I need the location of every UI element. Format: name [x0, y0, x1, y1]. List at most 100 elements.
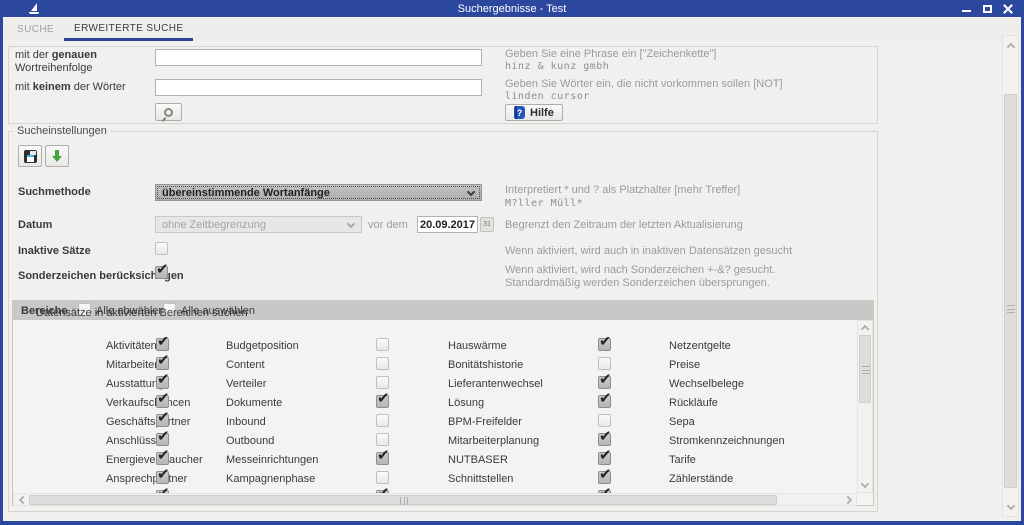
- bereich-checkbox-nutbaser[interactable]: ✔: [598, 452, 611, 465]
- bereich-checkbox-aktivitäten[interactable]: ✔: [156, 338, 169, 351]
- window-vertical-scrollbar[interactable]: [1002, 35, 1019, 517]
- bereiche-row: Geschäftspartner✔Inbound✔BPM-Freifelder✔…: [13, 413, 857, 432]
- bereich-label: BPM-Freifelder: [448, 416, 522, 429]
- check-icon: ✔: [157, 465, 170, 483]
- bereich-checkbox-dokumente[interactable]: ✔: [376, 395, 389, 408]
- check-icon: ✔: [157, 389, 170, 407]
- close-icon: [1003, 4, 1013, 14]
- bereich-checkbox-energieverbraucher[interactable]: ✔: [156, 452, 169, 465]
- bereich-checkbox-ansprechpartner[interactable]: ✔: [156, 471, 169, 484]
- exact-word-order-label: mit der genauen Wortreihenfolge: [15, 49, 97, 75]
- search-method-example: M?ller Müll*: [505, 198, 583, 209]
- special-chars-hint-2: Standardmäßig werden Sonderzeichen übers…: [505, 277, 770, 289]
- settings-group-title: Sucheinstellungen: [13, 125, 111, 137]
- titlebar: Suchergebnisse - Test: [0, 0, 1024, 17]
- bereich-label: Stromkennzeichnungen: [669, 435, 785, 448]
- minimize-button[interactable]: [960, 3, 972, 15]
- bereich-label: Dokumente: [226, 397, 282, 410]
- bereich-checkbox-mitarbeiterplanung[interactable]: ✔: [598, 433, 611, 446]
- bereiche-row: Anschlüsse✔Outbound✔Mitarbeiterplanung✔S…: [13, 432, 857, 451]
- save-settings-button[interactable]: [18, 145, 42, 167]
- check-icon: ✔: [157, 446, 170, 464]
- bereich-label: Rückläufe: [669, 397, 718, 410]
- check-icon: ✔: [599, 465, 612, 483]
- search-method-dropdown[interactable]: übereinstimmende Wortanfänge: [155, 184, 482, 201]
- bereiche-vertical-scrollbar[interactable]: [857, 320, 873, 493]
- bereich-checkbox-geschäftspartner[interactable]: ✔: [156, 414, 169, 427]
- bereich-checkbox-budgetposition[interactable]: ✔: [376, 338, 389, 351]
- check-icon: ✔: [157, 370, 170, 388]
- date-range-dropdown[interactable]: ohne Zeitbegrenzung: [155, 216, 362, 233]
- check-icon: ✔: [599, 484, 612, 493]
- bereich-checkbox-mitarbeiter[interactable]: ✔: [156, 357, 169, 370]
- bereich-checkbox-bonitätshistorie[interactable]: ✔: [598, 357, 611, 370]
- check-icon: ✔: [599, 446, 612, 464]
- bereich-label: Schnittstellen: [448, 473, 513, 486]
- bereich-checkbox-content[interactable]: ✔: [376, 357, 389, 370]
- bereiche-subtitle: Datensätze in aktivierten Bereichen such…: [36, 307, 248, 319]
- bereich-checkbox-inbound[interactable]: ✔: [376, 414, 389, 427]
- bereich-checkbox-hauswärme[interactable]: ✔: [598, 338, 611, 351]
- exact-word-order-input[interactable]: [155, 49, 482, 66]
- search-button[interactable]: [155, 103, 182, 121]
- bereich-checkbox-ausstattung[interactable]: ✔: [156, 376, 169, 389]
- bereiche-horizontal-scrollbar[interactable]: [13, 493, 857, 506]
- window-title: Suchergebnisse - Test: [0, 3, 1024, 15]
- bereich-label: Anschlüsse: [106, 435, 162, 448]
- special-chars-checkbox[interactable]: ✔: [155, 266, 168, 279]
- not-example: linden cursor: [505, 91, 590, 102]
- bereich-label: Verteiler: [226, 378, 266, 391]
- scrollbar-thumb[interactable]: [1004, 94, 1017, 488]
- date-input[interactable]: 20.09.2017: [417, 216, 478, 233]
- none-of-words-input[interactable]: [155, 79, 482, 96]
- bereich-checkbox-lösung[interactable]: ✔: [598, 395, 611, 408]
- bereich-checkbox-bpm-freifelder[interactable]: ✔: [598, 414, 611, 427]
- bereich-label: Lösung: [448, 397, 484, 410]
- tab-suche[interactable]: SUCHE: [7, 19, 64, 39]
- bereich-checkbox-verkaufschancen[interactable]: ✔: [156, 395, 169, 408]
- bereich-label: Mitarbeiter: [106, 359, 158, 372]
- bereich-label: Mitarbeiterplanung: [448, 435, 539, 448]
- bereich-label: Hauswärme: [448, 340, 507, 353]
- bereiche-row: Energieverbraucher✔Messeinrichtungen✔NUT…: [13, 451, 857, 470]
- bereich-label: Geschäftspartner: [106, 416, 190, 429]
- chevron-down-icon: [467, 188, 475, 196]
- bereich-label: Verkaufschancen: [106, 397, 190, 410]
- bereich-checkbox-schnittstellen[interactable]: ✔: [598, 471, 611, 484]
- bereich-label: NUTBASER: [448, 454, 508, 467]
- bereich-label: Lieferantenwechsel: [448, 378, 543, 391]
- calendar-button[interactable]: 31: [480, 217, 494, 232]
- check-icon: ✔: [377, 484, 390, 493]
- scrollbar-thumb[interactable]: [859, 335, 871, 403]
- load-settings-button[interactable]: [45, 145, 69, 167]
- bereich-checkbox-outbound[interactable]: ✔: [376, 433, 389, 446]
- phrase-example: hinz & kunz gmbh: [505, 61, 609, 72]
- maximize-button[interactable]: [981, 3, 993, 15]
- save-icon: [24, 150, 37, 163]
- bereich-checkbox-verteiler[interactable]: ✔: [376, 376, 389, 389]
- check-icon: ✔: [157, 484, 170, 493]
- bereich-label: Messeinrichtungen: [226, 454, 318, 467]
- inactive-records-checkbox[interactable]: ✔: [155, 242, 168, 255]
- maximize-icon: [983, 5, 992, 13]
- check-icon: ✔: [377, 389, 390, 407]
- inactive-records-label: Inaktive Sätze: [18, 245, 91, 257]
- bereich-checkbox-messeinrichtungen[interactable]: ✔: [376, 452, 389, 465]
- before-date-label: vor dem: [368, 219, 408, 231]
- tab-erweiterte-suche[interactable]: ERWEITERTE SUCHE: [64, 18, 193, 41]
- bereiche-row: Aktivitäten✔Budgetposition✔Hauswärme✔Net…: [13, 337, 857, 356]
- scroll-left-icon: [18, 496, 26, 504]
- window-border-left: [0, 17, 3, 521]
- bereich-label: Netzentgelte: [669, 340, 731, 353]
- scrollbar-thumb[interactable]: [29, 495, 777, 505]
- special-chars-hint-1: Wenn aktiviert, wird nach Sonderzeichen …: [505, 264, 775, 276]
- date-hint: Begrenzt den Zeitraum der letzten Aktual…: [505, 219, 743, 231]
- close-button[interactable]: [1002, 3, 1014, 15]
- bereich-label: Aktivitäten: [106, 340, 157, 353]
- bereich-checkbox-lieferantenwechsel[interactable]: ✔: [598, 376, 611, 389]
- bereich-checkbox-anschlüsse[interactable]: ✔: [156, 433, 169, 446]
- bereich-checkbox-kampagnenphase[interactable]: ✔: [376, 471, 389, 484]
- help-button[interactable]: ? Hilfe: [505, 104, 563, 121]
- scroll-down-icon: [1006, 501, 1014, 509]
- check-icon: ✔: [157, 351, 170, 369]
